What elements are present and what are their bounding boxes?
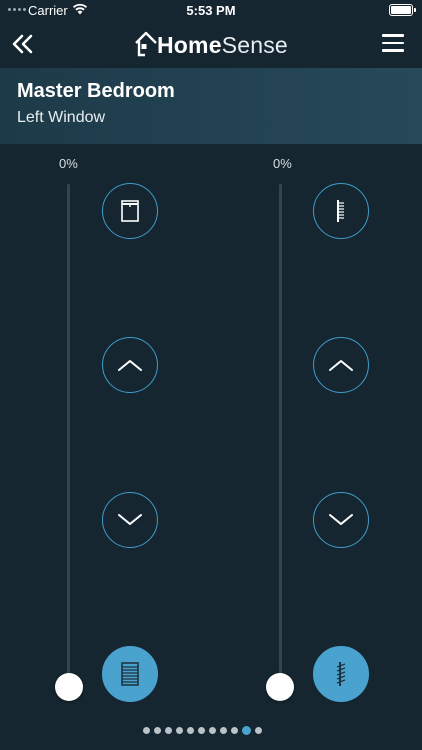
right-slider-handle[interactable]: [266, 673, 294, 701]
room-title: Master Bedroom: [17, 80, 175, 102]
page-dot[interactable]: [231, 727, 238, 734]
chevron-up-icon: [118, 360, 142, 371]
left-down-button[interactable]: [102, 492, 158, 548]
logo-bold-text: Home: [157, 32, 222, 58]
battery-icon: [389, 4, 416, 16]
status-bar: Carrier 5:53 PM: [0, 0, 422, 22]
app-name: HomeSense: [157, 30, 288, 60]
right-slider-track[interactable]: [279, 184, 282, 689]
blind-closed-icon: [121, 662, 139, 686]
page-indicator[interactable]: [143, 726, 262, 735]
left-percent-label: 0%: [59, 156, 78, 171]
chevron-up-icon: [329, 360, 353, 371]
page-dot[interactable]: [165, 727, 172, 734]
right-fully-closed-button[interactable]: [313, 646, 369, 702]
page-dot[interactable]: [198, 727, 205, 734]
room-header: Master Bedroom Left Window: [0, 68, 422, 144]
left-fully-closed-button[interactable]: [102, 646, 158, 702]
window-subtitle: Left Window: [17, 109, 106, 126]
left-slider-track[interactable]: [67, 184, 70, 689]
chevron-down-icon: [329, 514, 353, 525]
page-dot[interactable]: [143, 727, 150, 734]
right-percent-label: 0%: [273, 156, 292, 171]
logo-light-text: Sense: [221, 32, 288, 58]
blind-open-icon: [121, 200, 139, 222]
page-dot[interactable]: [154, 727, 161, 734]
page-dot[interactable]: [220, 727, 227, 734]
page-dot[interactable]: [255, 727, 262, 734]
left-fully-open-button[interactable]: [102, 183, 158, 239]
navigation-bar: HomeSense: [0, 22, 422, 66]
chevron-down-icon: [118, 514, 142, 525]
left-up-button[interactable]: [102, 337, 158, 393]
right-fully-open-button[interactable]: [313, 183, 369, 239]
louver-open-icon: [337, 200, 344, 222]
page-dot[interactable]: [209, 727, 216, 734]
app-logo: HomeSense: [134, 26, 288, 60]
page-dot[interactable]: [187, 727, 194, 734]
left-slider-handle[interactable]: [55, 673, 83, 701]
right-up-button[interactable]: [313, 337, 369, 393]
page-dot[interactable]: [242, 726, 251, 735]
right-down-button[interactable]: [313, 492, 369, 548]
back-double-chevron-icon[interactable]: [10, 32, 36, 56]
clock-time: 5:53 PM: [186, 3, 236, 18]
house-icon: [135, 31, 157, 57]
hamburger-menu-icon[interactable]: [382, 34, 404, 52]
louver-closed-icon: [336, 662, 346, 686]
page-dot[interactable]: [176, 727, 183, 734]
